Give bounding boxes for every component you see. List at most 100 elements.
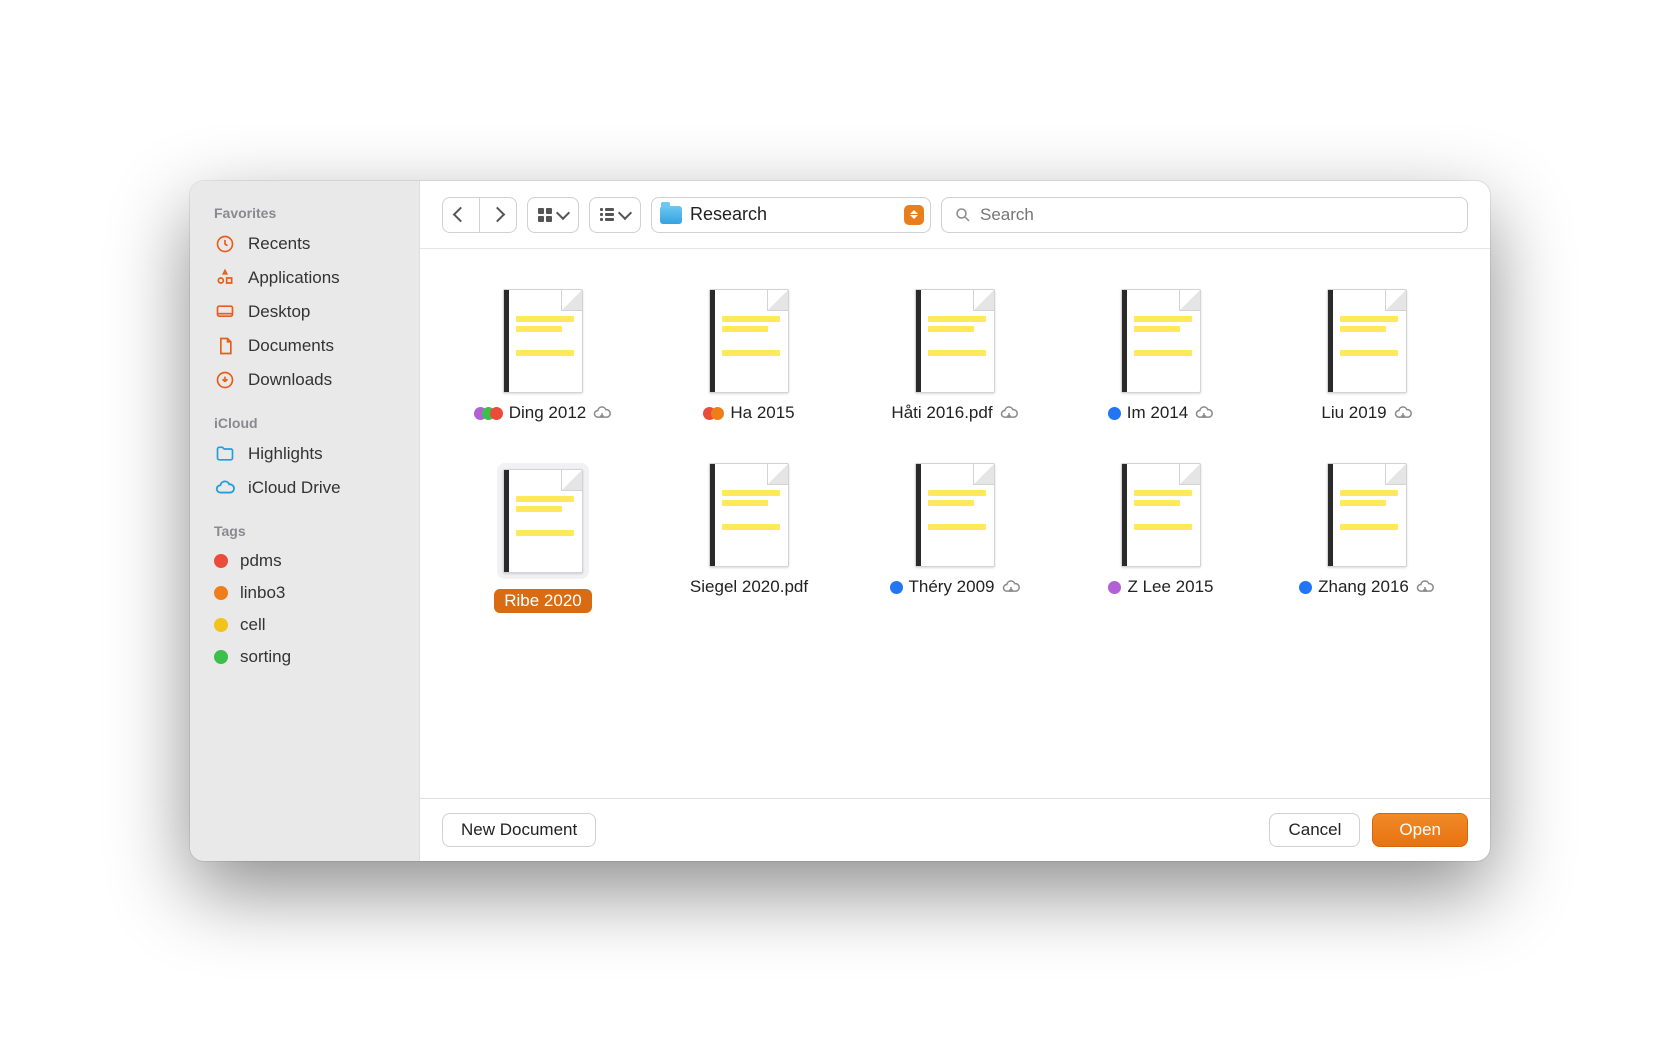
list-icon <box>600 208 614 221</box>
sidebar-section-favorites: Favorites <box>190 195 419 227</box>
cloud-download-icon <box>999 406 1019 420</box>
file-thumbnail-icon <box>915 463 995 567</box>
sidebar-item-label: Downloads <box>248 370 332 390</box>
file-label: Håti 2016.pdf <box>891 403 1018 423</box>
desktop-icon <box>214 301 236 323</box>
file-thumbnail-icon <box>709 289 789 393</box>
sidebar-item-desktop[interactable]: Desktop <box>190 295 419 329</box>
file-item[interactable]: Siegel 2020.pdf <box>656 463 842 613</box>
file-name: Ribe 2020 <box>494 589 592 613</box>
file-thumbnail-icon <box>1121 463 1201 567</box>
file-label: Im 2014 <box>1108 403 1214 423</box>
sidebar-tag-pdms[interactable]: pdms <box>190 545 419 577</box>
sidebar-item-label: Highlights <box>248 444 323 464</box>
tag-dot-icon <box>214 650 228 664</box>
sidebar-item-label: Applications <box>248 268 340 288</box>
folder-blue-icon <box>214 443 236 465</box>
sidebar-item-recents[interactable]: Recents <box>190 227 419 261</box>
tag-dots-icon <box>474 407 503 420</box>
clock-icon <box>214 233 236 255</box>
file-grid: Ding 2012 Ha 2015 Håti 2016.pdf Im 2014 Liu … <box>420 249 1490 798</box>
file-thumbnail-icon <box>1121 289 1201 393</box>
tag-dots-icon <box>703 407 724 420</box>
file-label: Ribe 2020 <box>494 589 592 613</box>
sidebar-item-label: Desktop <box>248 302 310 322</box>
tag-dots-icon <box>1108 581 1121 594</box>
path-selector[interactable]: Research <box>651 197 931 233</box>
main-panel: Research Ding 2012 Ha 2015 Håti 2016.pdf Im… <box>420 181 1490 861</box>
file-item[interactable]: Ding 2012 <box>450 289 636 423</box>
updown-icon <box>904 205 924 225</box>
tag-dots-icon <box>1108 407 1121 420</box>
file-item[interactable]: Ha 2015 <box>656 289 842 423</box>
file-item[interactable]: Z Lee 2015 <box>1068 463 1254 613</box>
file-item[interactable]: Ribe 2020 <box>450 463 636 613</box>
sidebar-tag-linbo3[interactable]: linbo3 <box>190 577 419 609</box>
file-label: Z Lee 2015 <box>1108 577 1213 597</box>
cloud-download-icon <box>1415 580 1435 594</box>
file-label: Ding 2012 <box>474 403 613 423</box>
file-name: Théry 2009 <box>909 577 995 597</box>
sidebar-section-icloud: iCloud <box>190 405 419 437</box>
file-label: Ha 2015 <box>703 403 794 423</box>
file-name: Ha 2015 <box>730 403 794 423</box>
new-document-button[interactable]: New Document <box>442 813 596 847</box>
tag-dot-icon <box>214 618 228 632</box>
sidebar-item-highlights[interactable]: Highlights <box>190 437 419 471</box>
back-button[interactable] <box>443 198 479 232</box>
file-name: Z Lee 2015 <box>1127 577 1213 597</box>
file-item[interactable]: Théry 2009 <box>862 463 1048 613</box>
file-thumbnail-icon <box>1327 463 1407 567</box>
sidebar-item-documents[interactable]: Documents <box>190 329 419 363</box>
search-icon <box>954 206 972 224</box>
cancel-button[interactable]: Cancel <box>1269 813 1360 847</box>
dialog-footer: New Document Cancel Open <box>420 798 1490 861</box>
sidebar-item-downloads[interactable]: Downloads <box>190 363 419 397</box>
view-mode-icon-grid[interactable] <box>527 197 579 233</box>
file-label: Siegel 2020.pdf <box>690 577 808 597</box>
chevron-right-icon <box>492 209 504 221</box>
file-name: Håti 2016.pdf <box>891 403 992 423</box>
sidebar: Favorites Recents Applications Desktop D… <box>190 181 420 861</box>
document-icon <box>214 335 236 357</box>
file-item[interactable]: Im 2014 <box>1068 289 1254 423</box>
sidebar-item-label: Recents <box>248 234 310 254</box>
grid-icon <box>538 208 552 222</box>
chevron-down-icon <box>620 210 630 220</box>
sidebar-item-label: pdms <box>240 551 282 571</box>
cloud-download-icon <box>1001 580 1021 594</box>
sidebar-tag-cell[interactable]: cell <box>190 609 419 641</box>
file-name: Ding 2012 <box>509 403 587 423</box>
search-input[interactable] <box>980 205 1455 225</box>
file-label: Théry 2009 <box>890 577 1021 597</box>
file-name: Zhang 2016 <box>1318 577 1409 597</box>
cloud-download-icon <box>1194 406 1214 420</box>
file-item[interactable]: Liu 2019 <box>1274 289 1460 423</box>
file-item[interactable]: Zhang 2016 <box>1274 463 1460 613</box>
cloud-download-icon <box>1393 406 1413 420</box>
file-item[interactable]: Håti 2016.pdf <box>862 289 1048 423</box>
group-mode[interactable] <box>589 197 641 233</box>
file-thumbnail-icon <box>503 289 583 393</box>
cloud-blue-icon <box>214 477 236 499</box>
sidebar-tag-sorting[interactable]: sorting <box>190 641 419 673</box>
tag-dots-icon <box>890 581 903 594</box>
file-name: Siegel 2020.pdf <box>690 577 808 597</box>
sidebar-item-label: sorting <box>240 647 291 667</box>
open-button[interactable]: Open <box>1372 813 1468 847</box>
sidebar-item-icloud-drive[interactable]: iCloud Drive <box>190 471 419 505</box>
search-field[interactable] <box>941 197 1468 233</box>
sidebar-section-tags: Tags <box>190 513 419 545</box>
cloud-download-icon <box>592 406 612 420</box>
sidebar-item-applications[interactable]: Applications <box>190 261 419 295</box>
file-thumbnail-icon <box>503 469 583 573</box>
file-thumbnail-icon <box>915 289 995 393</box>
chevron-down-icon <box>558 210 568 220</box>
sidebar-item-label: iCloud Drive <box>248 478 341 498</box>
sidebar-item-label: linbo3 <box>240 583 285 603</box>
downloads-icon <box>214 369 236 391</box>
file-name: Im 2014 <box>1127 403 1188 423</box>
forward-button[interactable] <box>479 198 516 232</box>
toolbar: Research <box>420 181 1490 249</box>
nav-buttons <box>442 197 517 233</box>
